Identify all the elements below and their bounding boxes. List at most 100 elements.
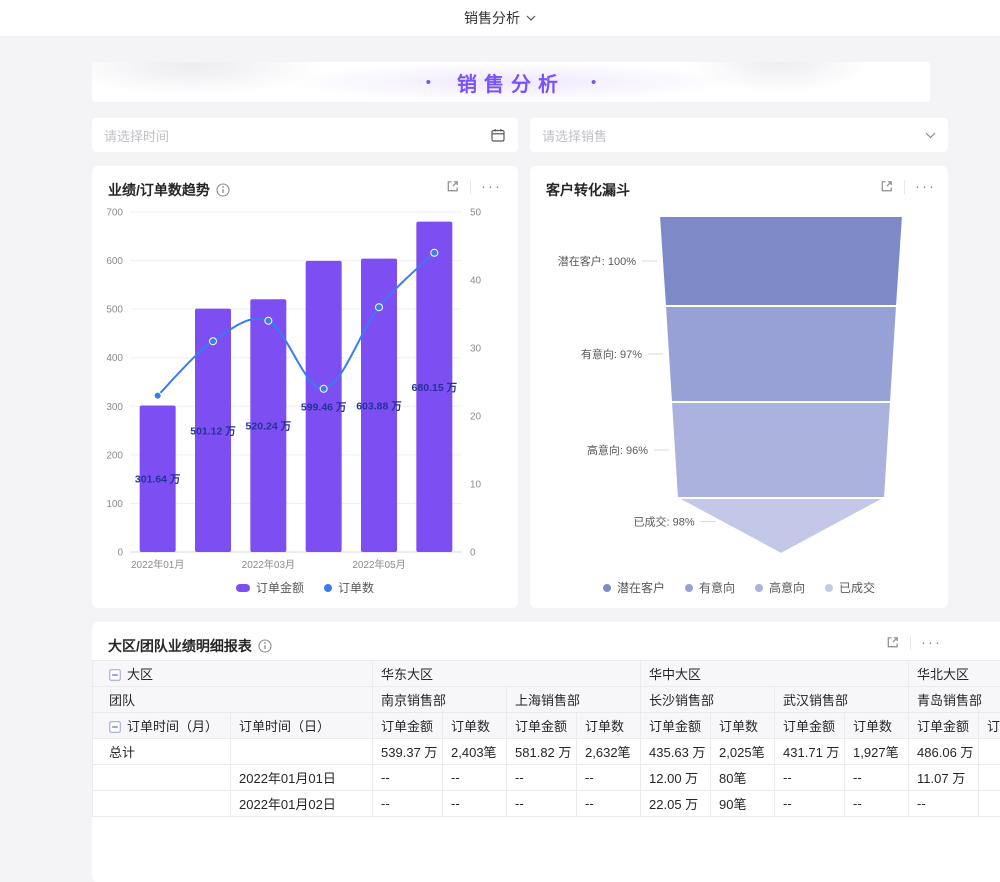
- legend-label: 潜在客户: [617, 579, 665, 596]
- line-point[interactable]: [431, 249, 438, 256]
- more-menu-button[interactable]: ···: [921, 638, 942, 648]
- team-header[interactable]: 长沙销售部: [641, 687, 775, 713]
- funnel-card-tools: ···: [879, 179, 936, 194]
- funnel-stage[interactable]: [677, 498, 885, 554]
- export-icon[interactable]: [879, 179, 894, 194]
- metric-header[interactable]: 订单数: [711, 713, 775, 739]
- trend-card: 业绩/订单数趋势 ··· 010020030040050060070001020…: [92, 166, 518, 608]
- row-month-cell: [93, 791, 231, 817]
- metric-header[interactable]: 订单数: [443, 713, 507, 739]
- funnel-stage[interactable]: [665, 306, 897, 402]
- funnel-legend: 潜在客户 有意向 高意向 已成交: [530, 579, 948, 596]
- funnel-stage[interactable]: [659, 216, 903, 306]
- info-icon[interactable]: [258, 639, 272, 653]
- legend-item[interactable]: 已成交: [825, 579, 875, 596]
- legend-item[interactable]: 订单金额: [236, 579, 304, 596]
- sales-filter-select[interactable]: 请选择销售: [530, 118, 948, 152]
- x-tick-label: 2022年01月: [131, 558, 184, 571]
- legend-label: 有意向: [699, 579, 735, 596]
- funnel-stage-label: 潜在客户: 100%: [558, 254, 636, 268]
- legend-item[interactable]: 订单数: [324, 579, 374, 596]
- x-tick-label: 2022年05月: [352, 558, 405, 571]
- table-cell: 80笔: [711, 765, 775, 791]
- table-cell: 431.71 万: [775, 739, 845, 765]
- row-day-cell: [231, 739, 373, 765]
- table-cell: [979, 765, 1000, 791]
- metric-header[interactable]: 订单金额: [775, 713, 845, 739]
- collapse-icon[interactable]: [109, 669, 121, 684]
- tool-divider: [910, 636, 911, 650]
- funnel-stage-label: 有意向: 97%: [581, 347, 642, 361]
- line-point[interactable]: [210, 338, 217, 345]
- line-point[interactable]: [376, 304, 383, 311]
- metric-header[interactable]: 订单数: [845, 713, 909, 739]
- line-point[interactable]: [154, 392, 161, 399]
- metric-header[interactable]: 订单数: [979, 713, 1000, 739]
- table-cell: [979, 791, 1000, 817]
- more-menu-button[interactable]: ···: [915, 182, 936, 192]
- table-cell: 581.82 万: [507, 739, 577, 765]
- table-row[interactable]: 总计539.37 万2,403笔581.82 万2,632笔435.63 万2,…: [93, 739, 1000, 765]
- more-menu-button[interactable]: ···: [481, 182, 502, 192]
- legend-label: 订单数: [338, 579, 374, 596]
- dashboard-switcher[interactable]: 销售分析: [464, 8, 536, 28]
- table-cell: 539.37 万: [373, 739, 443, 765]
- team-header[interactable]: 武汉销售部: [775, 687, 909, 713]
- y-left-tick-label: 0: [117, 548, 123, 559]
- team-header[interactable]: 南京销售部: [373, 687, 507, 713]
- banner-dot-right: •: [591, 74, 596, 91]
- funnel-card-title: 客户转化漏斗: [546, 180, 630, 200]
- metric-header[interactable]: 订单金额: [909, 713, 979, 739]
- trend-card-tools: ···: [445, 179, 502, 194]
- banner-title: 销售分析: [457, 68, 565, 97]
- legend-label: 订单金额: [256, 579, 304, 596]
- line-point[interactable]: [265, 317, 272, 324]
- line-point[interactable]: [320, 385, 327, 392]
- funnel-chart-svg[interactable]: 潜在客户: 100%有意向: 97%高意向: 96%已成交: 98%: [538, 202, 940, 562]
- metric-header[interactable]: 订单金额: [641, 713, 711, 739]
- trend-chart-svg[interactable]: 0100200300400500600700010203040502022年01…: [100, 200, 510, 580]
- calendar-icon: [490, 127, 506, 143]
- table-cell: --: [577, 765, 641, 791]
- legend-item[interactable]: 潜在客户: [603, 579, 665, 596]
- export-icon[interactable]: [885, 635, 900, 650]
- table-row[interactable]: 2022年01月01日--------12.00 万80笔----11.07 万: [93, 765, 1000, 791]
- row-day-cell: 2022年01月01日: [231, 765, 373, 791]
- legend-mark-icon: [825, 584, 833, 592]
- team-header[interactable]: 上海销售部: [507, 687, 641, 713]
- funnel-stage[interactable]: [671, 402, 891, 498]
- export-icon[interactable]: [445, 179, 460, 194]
- metric-header[interactable]: 订单金额: [373, 713, 443, 739]
- table-cell: --: [373, 791, 443, 817]
- bar-value-label: 520.24 万: [246, 421, 292, 433]
- info-icon[interactable]: [216, 183, 230, 197]
- legend-mark-icon: [324, 584, 332, 592]
- table-cell: 22.05 万: [641, 791, 711, 817]
- report-card-title: 大区/团队业绩明细报表: [108, 636, 252, 656]
- table-cell: 486.06 万: [909, 739, 979, 765]
- table-row[interactable]: 2022年01月02日--------22.05 万90笔------: [93, 791, 1000, 817]
- metric-header[interactable]: 订单数: [577, 713, 641, 739]
- region-header[interactable]: 华北大区: [909, 661, 1000, 687]
- table-cell: [979, 739, 1000, 765]
- legend-label: 已成交: [839, 579, 875, 596]
- region-corner-header: 大区: [93, 661, 373, 687]
- table-cell: --: [507, 791, 577, 817]
- collapse-icon[interactable]: [109, 721, 121, 736]
- legend-mark-icon: [685, 584, 693, 592]
- legend-mark-icon: [236, 584, 250, 592]
- legend-mark-icon: [755, 584, 763, 592]
- topbar: 销售分析: [0, 0, 1000, 37]
- legend-item[interactable]: 高意向: [755, 579, 805, 596]
- metric-header[interactable]: 订单金额: [507, 713, 577, 739]
- trend-card-title: 业绩/订单数趋势: [108, 180, 210, 200]
- month-header: 订单时间（月）: [93, 713, 231, 739]
- region-header[interactable]: 华中大区: [641, 661, 909, 687]
- chevron-down-icon: [526, 15, 536, 21]
- table-cell: --: [507, 765, 577, 791]
- table-cell: 12.00 万: [641, 765, 711, 791]
- team-header[interactable]: 青岛销售部: [909, 687, 1000, 713]
- legend-item[interactable]: 有意向: [685, 579, 735, 596]
- region-header[interactable]: 华东大区: [373, 661, 641, 687]
- time-filter-input[interactable]: 请选择时间: [92, 118, 518, 152]
